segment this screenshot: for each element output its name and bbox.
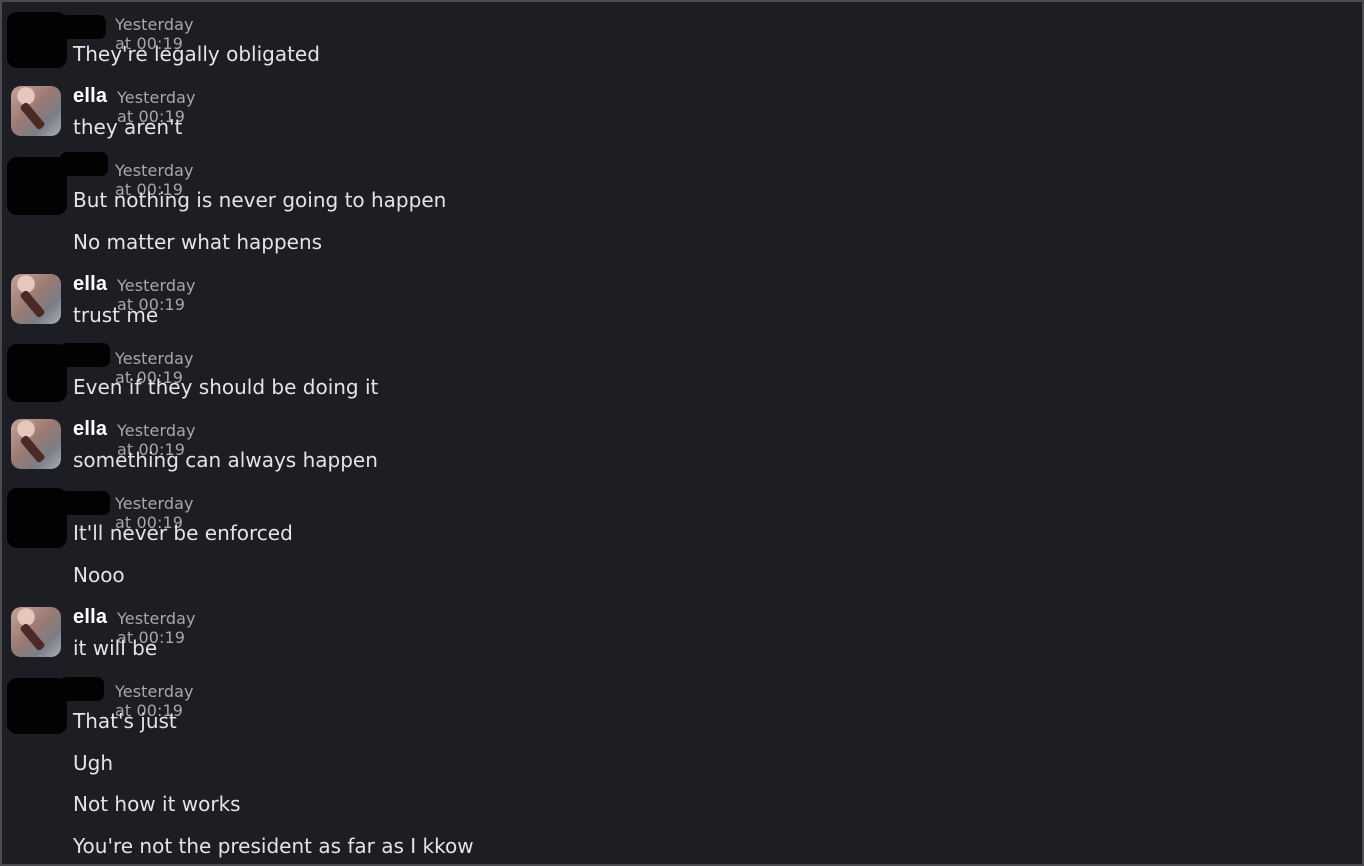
message-text: It'll never be enforced bbox=[73, 521, 293, 545]
message-text: But nothing is never going to happen bbox=[73, 188, 447, 212]
redacted-avatar bbox=[7, 157, 67, 215]
message-text: something can always happen bbox=[73, 448, 378, 472]
user-avatar[interactable] bbox=[11, 419, 61, 469]
message-text: No matter what happens bbox=[73, 230, 323, 254]
message-text: They're legally obligated bbox=[73, 42, 320, 66]
message-text: You're not the president as far as I kko… bbox=[73, 834, 474, 858]
redacted-username bbox=[60, 152, 108, 176]
message-text: Even if they should be doing it bbox=[73, 375, 379, 399]
user-avatar[interactable] bbox=[11, 274, 61, 324]
redacted-username bbox=[60, 343, 110, 367]
redacted-avatar bbox=[7, 12, 67, 68]
user-avatar[interactable] bbox=[11, 86, 61, 136]
redacted-avatar bbox=[7, 678, 67, 734]
message-text: they aren't bbox=[73, 115, 183, 139]
message-text: Not how it works bbox=[73, 792, 241, 816]
username[interactable]: ella bbox=[73, 273, 107, 296]
username[interactable]: ella bbox=[73, 606, 107, 629]
message-text: That's just bbox=[73, 709, 177, 733]
redacted-username bbox=[60, 677, 104, 701]
redacted-avatar bbox=[7, 344, 67, 402]
redacted-avatar bbox=[7, 488, 67, 548]
redacted-username bbox=[60, 491, 110, 515]
username[interactable]: ella bbox=[73, 418, 107, 441]
message-text: Ugh bbox=[73, 751, 114, 775]
user-avatar[interactable] bbox=[11, 607, 61, 657]
message-text: it will be bbox=[73, 636, 158, 660]
message-text: trust me bbox=[73, 303, 159, 327]
redacted-username bbox=[60, 15, 106, 39]
message-text: Nooo bbox=[73, 563, 125, 587]
chat-window: Yesterday at 00:19 They're legally oblig… bbox=[0, 0, 1364, 866]
username[interactable]: ella bbox=[73, 85, 107, 108]
